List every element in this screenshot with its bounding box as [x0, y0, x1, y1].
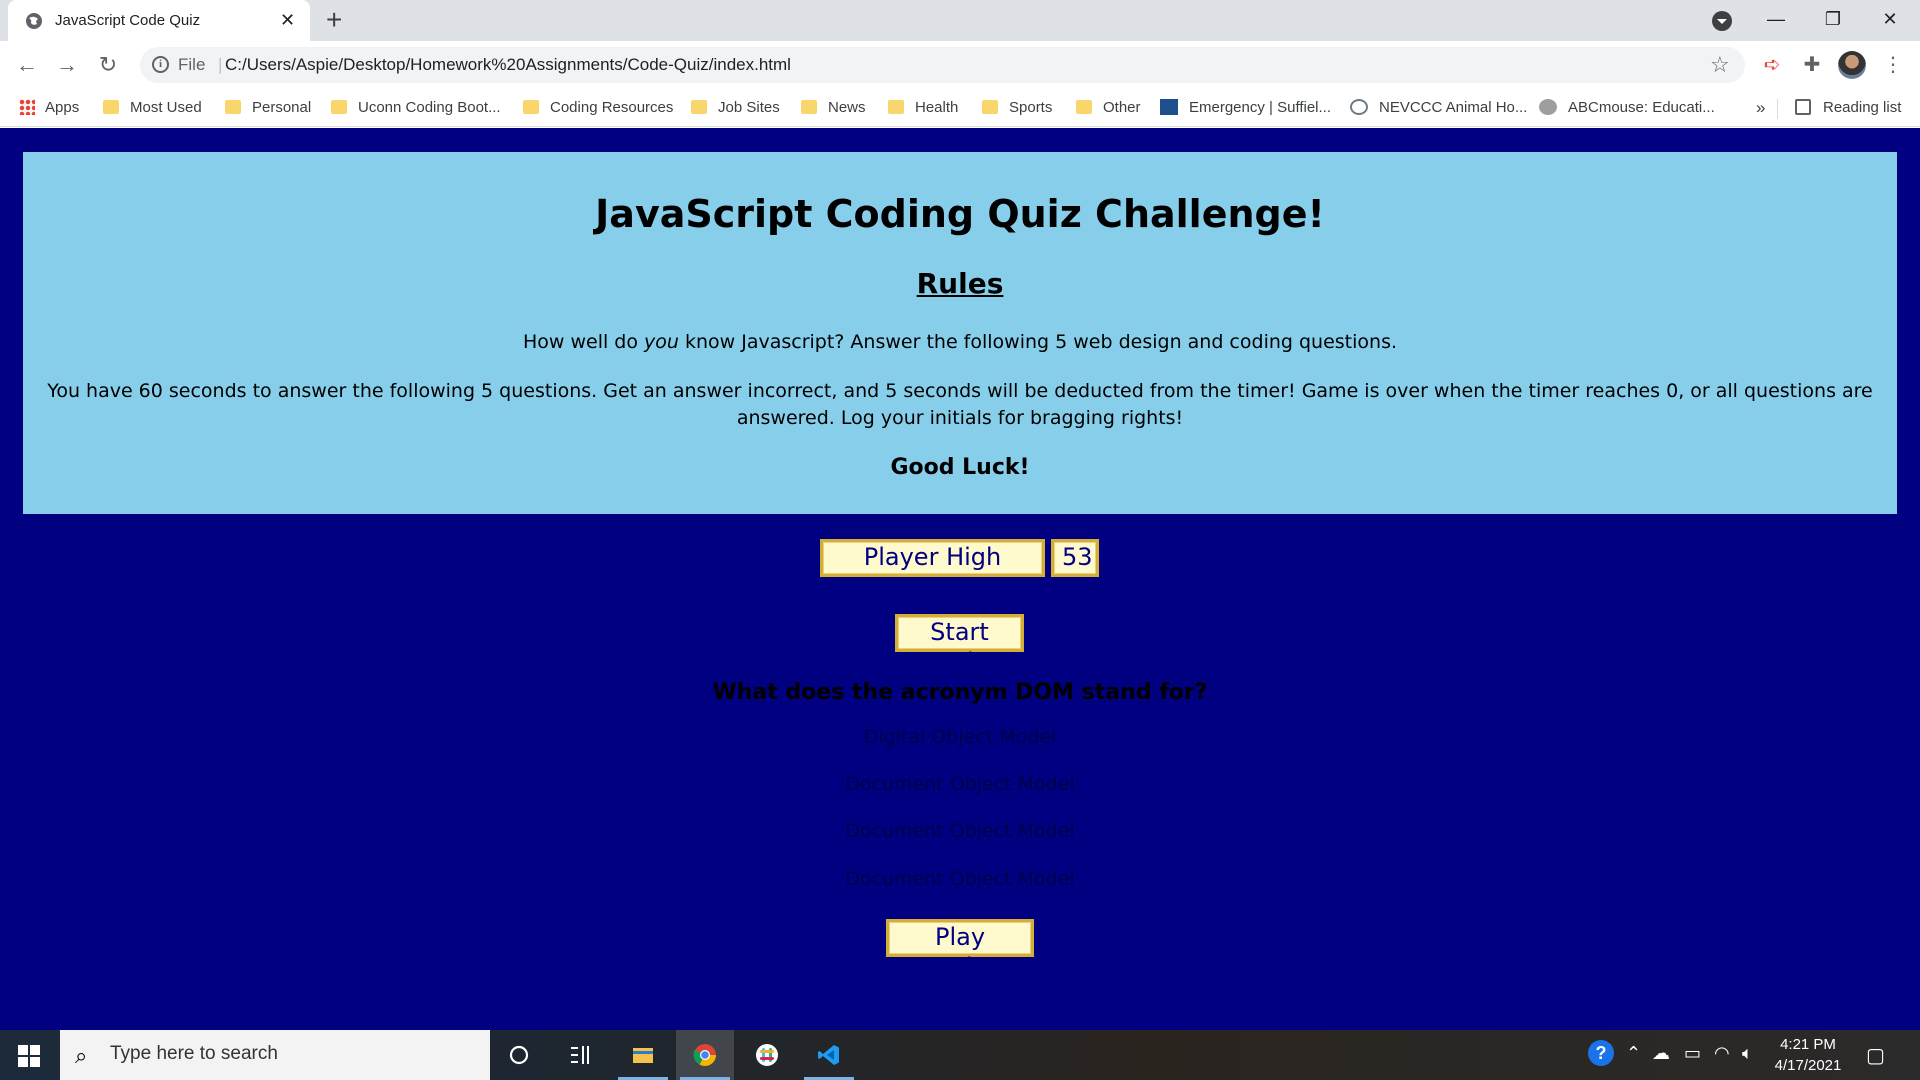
extension-cast-icon[interactable]: ➪ [1758, 51, 1786, 79]
back-icon[interactable]: ← [12, 50, 42, 80]
forward-icon[interactable]: → [52, 50, 82, 80]
folder-icon [982, 100, 998, 115]
new-tab-icon[interactable]: + [326, 5, 342, 35]
folder-icon [801, 100, 817, 115]
bookmarks-bar: Apps Most Used Personal Uconn Coding Boo… [0, 89, 1920, 127]
bookmark-personal[interactable]: Personal [225, 95, 311, 121]
folder-icon [1076, 100, 1092, 115]
bookmarks-overflow-icon[interactable]: » [1756, 95, 1765, 121]
answer-option[interactable]: Digital Object Model [0, 726, 1920, 748]
clock-time: 4:21 PM [1780, 1036, 1836, 1053]
answer-option[interactable]: Document Object Model [0, 820, 1920, 842]
bookmark-apps[interactable]: Apps [19, 95, 79, 121]
rules-heading: Rules [916, 267, 1004, 300]
chrome-icon[interactable] [676, 1030, 734, 1080]
folder-icon [523, 100, 539, 115]
folder-icon [225, 100, 241, 115]
page-title: JavaScript Coding Quiz Challenge! [595, 192, 1325, 236]
windows-taskbar: ⌕ Type here to search ? ⌃ ☁ ▭ ◠ 🔈︎ 4:21 … [0, 1030, 1920, 1080]
search-placeholder: Type here to search [110, 1043, 278, 1064]
bookmark-other[interactable]: Other [1076, 95, 1141, 121]
wifi-icon[interactable]: ◠ [1714, 1043, 1730, 1064]
minimize-icon[interactable]: — [1748, 4, 1804, 36]
rules-card: JavaScript Coding Quiz Challenge! Rules … [23, 152, 1897, 514]
onedrive-cloud-icon[interactable]: ☁ [1652, 1043, 1670, 1064]
windows-start-icon[interactable] [18, 1045, 40, 1067]
url-scheme-label: File [178, 55, 206, 74]
task-view-icon[interactable] [551, 1030, 609, 1080]
browser-chrome: JavaScript Code Quiz ✕ + — ❐ ✕ ← → ↻ i F… [0, 0, 1920, 128]
bookmark-uconn[interactable]: Uconn Coding Boot... [331, 95, 501, 121]
restore-icon[interactable]: ❐ [1805, 4, 1861, 36]
bookmark-health[interactable]: Health [888, 95, 958, 121]
bookmark-abcmouse[interactable]: ABCmouse: Educati... [1539, 95, 1715, 121]
reload-icon[interactable]: ↻ [93, 50, 123, 80]
rules-text: You have 60 seconds to answer the follow… [47, 380, 1873, 429]
clock-date: 4/17/2021 [1774, 1057, 1842, 1074]
intro-text: How well do you know Javascript? Answer … [522, 331, 1398, 353]
high-scores-button[interactable]: Player High Scores [820, 539, 1045, 601]
url-separator: | [218, 55, 223, 74]
quiz-page: JavaScript Coding Quiz Challenge! Rules … [0, 128, 1920, 1030]
answer-option[interactable]: Document Object Model [0, 773, 1920, 795]
tab-title: JavaScript Code Quiz [55, 12, 201, 29]
close-window-icon[interactable]: ✕ [1862, 4, 1918, 36]
bookmark-most-used[interactable]: Most Used [103, 95, 202, 121]
vscode-icon[interactable] [800, 1030, 858, 1080]
bookmark-emergency-suffield[interactable]: Emergency | Suffiel... [1160, 95, 1331, 121]
bookmark-coding-resources[interactable]: Coding Resources [523, 95, 673, 121]
browser-toolbar: ← → ↻ i File | C:/Users/Aspie/Desktop/Ho… [0, 41, 1920, 89]
extensions-puzzle-icon[interactable]: ✚ [1798, 51, 1826, 79]
answer-option[interactable]: Document Object Model [0, 868, 1920, 890]
notification-icon[interactable]: ▢ [1866, 1043, 1885, 1068]
tab-strip: JavaScript Code Quiz ✕ + — ❐ ✕ [0, 0, 1920, 41]
taskbar-clock[interactable]: 4:21 PM 4/17/2021 [1768, 1034, 1848, 1076]
bookmark-job-sites[interactable]: Job Sites [691, 95, 780, 121]
tab-javascript-code-quiz[interactable]: JavaScript Code Quiz ✕ [8, 0, 310, 41]
site-info-icon[interactable]: i [152, 56, 169, 73]
profile-avatar[interactable] [1838, 51, 1866, 79]
good-luck-text: Good Luck! [890, 455, 1030, 480]
globe-icon [26, 13, 42, 29]
bookmark-news[interactable]: News [801, 95, 866, 121]
reading-list-icon [1795, 99, 1811, 116]
site-icon [1160, 99, 1178, 116]
folder-icon [331, 100, 347, 115]
chevron-up-icon[interactable]: ⌃ [1626, 1043, 1641, 1064]
apps-grid-icon [19, 99, 35, 116]
folder-icon [691, 100, 707, 115]
bookmark-nevccc[interactable]: NEVCCC Animal Ho... [1350, 95, 1527, 121]
bookmark-sports[interactable]: Sports [982, 95, 1052, 121]
close-tab-icon[interactable]: ✕ [280, 10, 295, 30]
reading-list-button[interactable]: Reading list [1795, 95, 1901, 121]
bookmark-star-icon[interactable]: ☆ [1710, 52, 1730, 78]
site-icon [1539, 99, 1557, 116]
site-icon [1350, 99, 1368, 116]
timer-display: 53 [1051, 539, 1099, 577]
search-icon: ⌕ [75, 1043, 88, 1068]
start-quiz-button[interactable]: Start Quiz [895, 614, 1024, 676]
folder-icon [103, 100, 119, 115]
question-text: What does the acronym DOM stand for? [712, 680, 1208, 705]
file-explorer-icon[interactable] [614, 1030, 672, 1080]
cortana-icon[interactable] [490, 1030, 548, 1080]
taskbar-search-box[interactable]: ⌕ Type here to search [60, 1030, 490, 1080]
slack-icon[interactable] [738, 1030, 796, 1080]
play-again-button[interactable]: Play Again? [886, 919, 1034, 981]
url-text[interactable]: C:/Users/Aspie/Desktop/Homework%20Assign… [225, 55, 791, 75]
battery-icon[interactable]: ▭ [1684, 1043, 1701, 1064]
address-bar[interactable]: i File | C:/Users/Aspie/Desktop/Homework… [140, 47, 1745, 83]
folder-icon [888, 100, 904, 115]
tab-search-icon[interactable] [1712, 11, 1732, 31]
menu-kebab-icon[interactable]: ⋮ [1879, 51, 1907, 79]
volume-icon[interactable]: 🔈︎ [1742, 1043, 1753, 1064]
bookmarks-divider [1777, 99, 1778, 119]
help-icon[interactable]: ? [1588, 1040, 1614, 1066]
